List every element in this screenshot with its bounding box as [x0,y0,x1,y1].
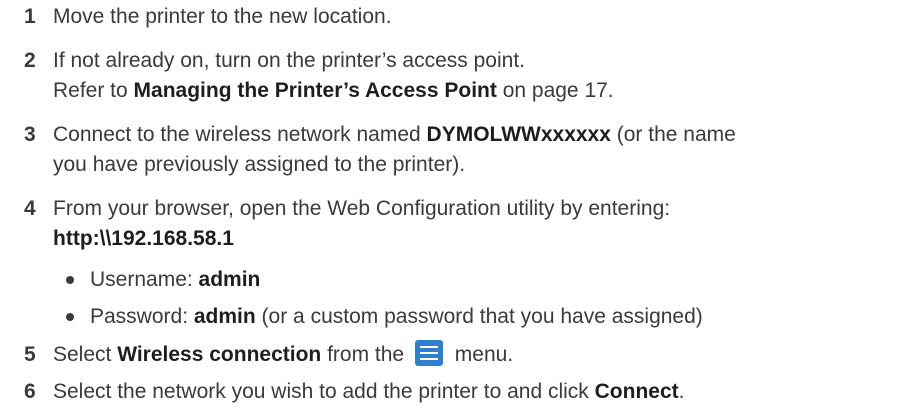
text-segment: (or the name [610,123,736,146]
step-number: 6 [24,380,36,403]
config-url: http:\\192.168.58.1 [53,227,234,250]
username-value: admin [198,268,261,291]
step-number: 4 [24,197,36,220]
step-text-line-1: Connect to the wireless network named DY… [53,120,895,150]
password-value: admin [193,305,256,328]
network-name: DYMOLWWxxxxxx [426,123,611,146]
menu-option: Wireless connection [117,343,322,366]
bullet-text: Password: admin (or a custom password th… [90,302,703,332]
text-segment: Select [53,343,118,366]
text-segment: Password: [90,305,194,328]
step-text: Select the network you wish to add the p… [53,377,895,407]
text-segment: menu. [448,343,514,366]
bullet-text: Username: admin [90,265,260,295]
step-text-line-1: If not already on, turn on the printer’s… [53,49,525,72]
step-text: Move the printer to the new location. [53,5,392,28]
step-number: 1 [24,5,36,28]
instructions-document: 1 Move the printer to the new location. … [0,0,901,410]
text-segment: Username: [90,268,199,291]
bullet-icon [66,276,74,284]
text-segment: (or a custom password that you have assi… [255,305,703,328]
step-text-line-2: Refer to Managing the Printer’s Access P… [53,76,895,106]
text-segment: Select the network you wish to add the p… [53,380,595,403]
text-segment: on page 17. [496,79,614,102]
bullet-icon [66,313,74,321]
step-number: 5 [24,343,36,366]
step-text: Select Wireless connection from the menu… [53,340,895,370]
text-segment: . [678,380,685,403]
step-number: 2 [24,49,36,72]
step-text-line-2: you have previously assigned to the prin… [53,153,466,176]
step-number: 3 [24,123,36,146]
text-segment: from the [321,343,410,366]
text-segment: Connect to the wireless network named [53,123,427,146]
menu-icon [414,340,443,367]
step-text-line-1: From your browser, open the Web Configur… [53,197,671,220]
connect-action: Connect [594,380,679,403]
text-segment: Refer to [53,79,134,102]
section-reference: Managing the Printer’s Access Point [133,79,497,102]
